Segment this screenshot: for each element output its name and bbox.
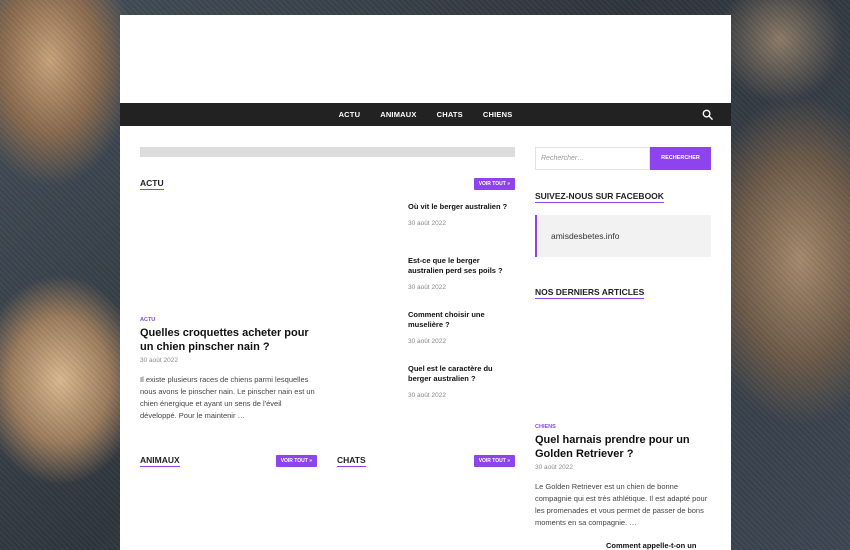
site-header: [120, 15, 731, 103]
section-title-animaux: ANIMAUX: [140, 455, 180, 467]
nav-item-actu[interactable]: ACTU: [329, 103, 371, 126]
list-item-date: 30 août 2022: [408, 284, 446, 291]
banner-placeholder: [140, 147, 515, 157]
facebook-widget[interactable]: amisdesbetes.info: [535, 215, 711, 257]
featured-date: 30 août 2022: [140, 357, 178, 364]
list-item-title[interactable]: Est-ce que le berger australien perd ses…: [408, 256, 508, 276]
facebook-section-title: SUIVEZ-NOUS SUR FACEBOOK: [535, 191, 664, 203]
latest-date: 30 août 2022: [535, 464, 573, 471]
search-button[interactable]: RECHERCHER: [650, 147, 711, 170]
section-title-actu: ACTU: [140, 178, 164, 190]
featured-excerpt: Il existe plusieurs races de chiens parm…: [140, 375, 315, 420]
next-article-title[interactable]: Comment appelle-t-on un: [606, 541, 711, 550]
featured-tag[interactable]: ACTU: [140, 317, 155, 323]
nav-item-animaux[interactable]: ANIMAUX: [370, 103, 426, 126]
list-item-title[interactable]: Quel est le caractère du berger australi…: [408, 364, 506, 384]
actu-voir-tout-button[interactable]: VOIR TOUT »: [473, 178, 515, 190]
actu-section-header: ACTU VOIR TOUT »: [140, 178, 515, 190]
page-container: ACTU ANIMAUX CHATS CHIENS ACTU VOIR TOUT…: [120, 15, 731, 550]
featured-title[interactable]: Quelles croquettes acheter pour un chien…: [140, 326, 320, 354]
section-title-chats: CHATS: [337, 455, 366, 467]
list-item-title[interactable]: Où vit le berger australien ?: [408, 202, 513, 212]
list-item-title[interactable]: Comment choisir une muselière ?: [408, 310, 498, 330]
nav-item-chats[interactable]: CHATS: [427, 103, 473, 126]
latest-excerpt: Le Golden Retriever est un chien de bonn…: [535, 482, 708, 527]
animaux-section-header: ANIMAUX VOIR TOUT »: [140, 455, 317, 467]
latest-tag[interactable]: CHIENS: [535, 424, 556, 430]
nav-item-chiens[interactable]: CHIENS: [473, 103, 523, 126]
chats-section-header: CHATS VOIR TOUT »: [337, 455, 515, 467]
animaux-voir-tout-button[interactable]: VOIR TOUT »: [275, 455, 317, 467]
latest-section-title: NOS DERNIERS ARTICLES: [535, 287, 645, 299]
list-item-date: 30 août 2022: [408, 338, 446, 345]
list-item-date: 30 août 2022: [408, 392, 446, 399]
search-input[interactable]: Rechercher…: [535, 147, 650, 170]
main-navbar: ACTU ANIMAUX CHATS CHIENS: [120, 103, 731, 126]
search-icon[interactable]: [702, 109, 713, 120]
chats-voir-tout-button[interactable]: VOIR TOUT »: [473, 455, 515, 467]
latest-title[interactable]: Quel harnais prendre pour un Golden Retr…: [535, 433, 711, 461]
list-item-date: 30 août 2022: [408, 220, 446, 227]
